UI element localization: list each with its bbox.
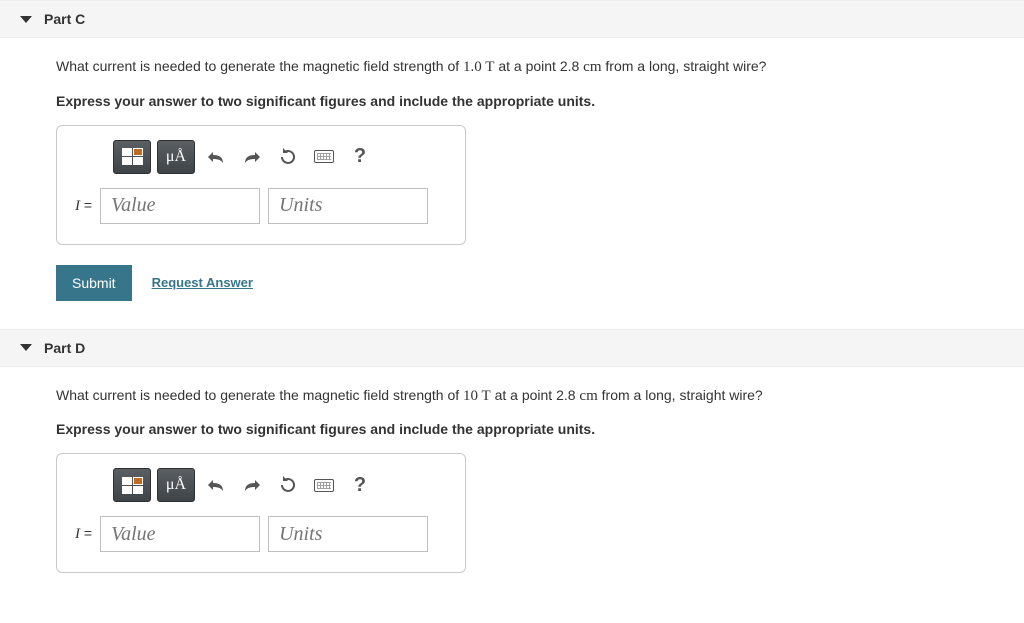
redo-button[interactable] [237, 140, 267, 174]
question-value-1: 1.0 T [463, 59, 494, 75]
submit-button[interactable]: Submit [56, 265, 132, 301]
part-c-question: What current is needed to generate the m… [56, 56, 968, 79]
keyboard-icon [314, 150, 334, 163]
units-input[interactable] [268, 188, 428, 224]
undo-button[interactable] [201, 468, 231, 502]
units-tool-button[interactable]: μÅ [157, 140, 195, 174]
template-tool-button[interactable] [113, 140, 151, 174]
part-c-header[interactable]: Part C [0, 0, 1024, 38]
units-tool-button[interactable]: μÅ [157, 468, 195, 502]
part-c-instruction: Express your answer to two significant f… [56, 93, 968, 109]
template-icon [121, 147, 144, 166]
variable-label: I = [75, 197, 92, 215]
question-unit: cm [583, 59, 601, 75]
part-c-body: What current is needed to generate the m… [0, 38, 1024, 329]
part-c-answer-frame: μÅ ? I = [56, 125, 466, 245]
question-value-1: 10 T [463, 388, 491, 404]
template-icon [121, 476, 144, 495]
keyboard-button[interactable] [309, 140, 339, 174]
part-d-title: Part D [44, 340, 85, 356]
keyboard-button[interactable] [309, 468, 339, 502]
keyboard-icon [314, 479, 334, 492]
part-d-answer-frame: μÅ ? I = [56, 453, 466, 573]
redo-button[interactable] [237, 468, 267, 502]
part-c-submit-row: Submit Request Answer [56, 265, 968, 301]
reset-icon [279, 148, 297, 166]
caret-down-icon [20, 16, 32, 23]
question-text: from a long, straight wire? [602, 58, 767, 74]
question-text: What current is needed to generate the m… [56, 58, 463, 74]
reset-button[interactable] [273, 468, 303, 502]
reset-button[interactable] [273, 140, 303, 174]
part-d-body: What current is needed to generate the m… [0, 367, 1024, 602]
part-d-question: What current is needed to generate the m… [56, 385, 968, 408]
part-c-title: Part C [44, 11, 85, 27]
request-answer-link[interactable]: Request Answer [152, 275, 253, 290]
redo-icon [243, 477, 261, 493]
help-button[interactable]: ? [345, 140, 375, 174]
value-input[interactable] [100, 516, 260, 552]
undo-icon [207, 477, 225, 493]
question-text: at a point 2.8 [491, 387, 580, 403]
reset-icon [279, 476, 297, 494]
variable-label: I = [75, 525, 92, 543]
question-unit: cm [579, 388, 597, 404]
question-text: at a point 2.8 [494, 58, 583, 74]
template-tool-button[interactable] [113, 468, 151, 502]
part-d-toolbar: μÅ ? [113, 468, 447, 502]
part-c-toolbar: μÅ ? [113, 140, 447, 174]
units-input[interactable] [268, 516, 428, 552]
undo-button[interactable] [201, 140, 231, 174]
help-button[interactable]: ? [345, 468, 375, 502]
value-input[interactable] [100, 188, 260, 224]
part-d-header[interactable]: Part D [0, 329, 1024, 367]
part-d-answer-row: I = [75, 516, 447, 552]
question-text: from a long, straight wire? [598, 387, 763, 403]
part-c-answer-row: I = [75, 188, 447, 224]
question-text: What current is needed to generate the m… [56, 387, 463, 403]
redo-icon [243, 149, 261, 165]
undo-icon [207, 149, 225, 165]
part-d-instruction: Express your answer to two significant f… [56, 421, 968, 437]
caret-down-icon [20, 344, 32, 351]
